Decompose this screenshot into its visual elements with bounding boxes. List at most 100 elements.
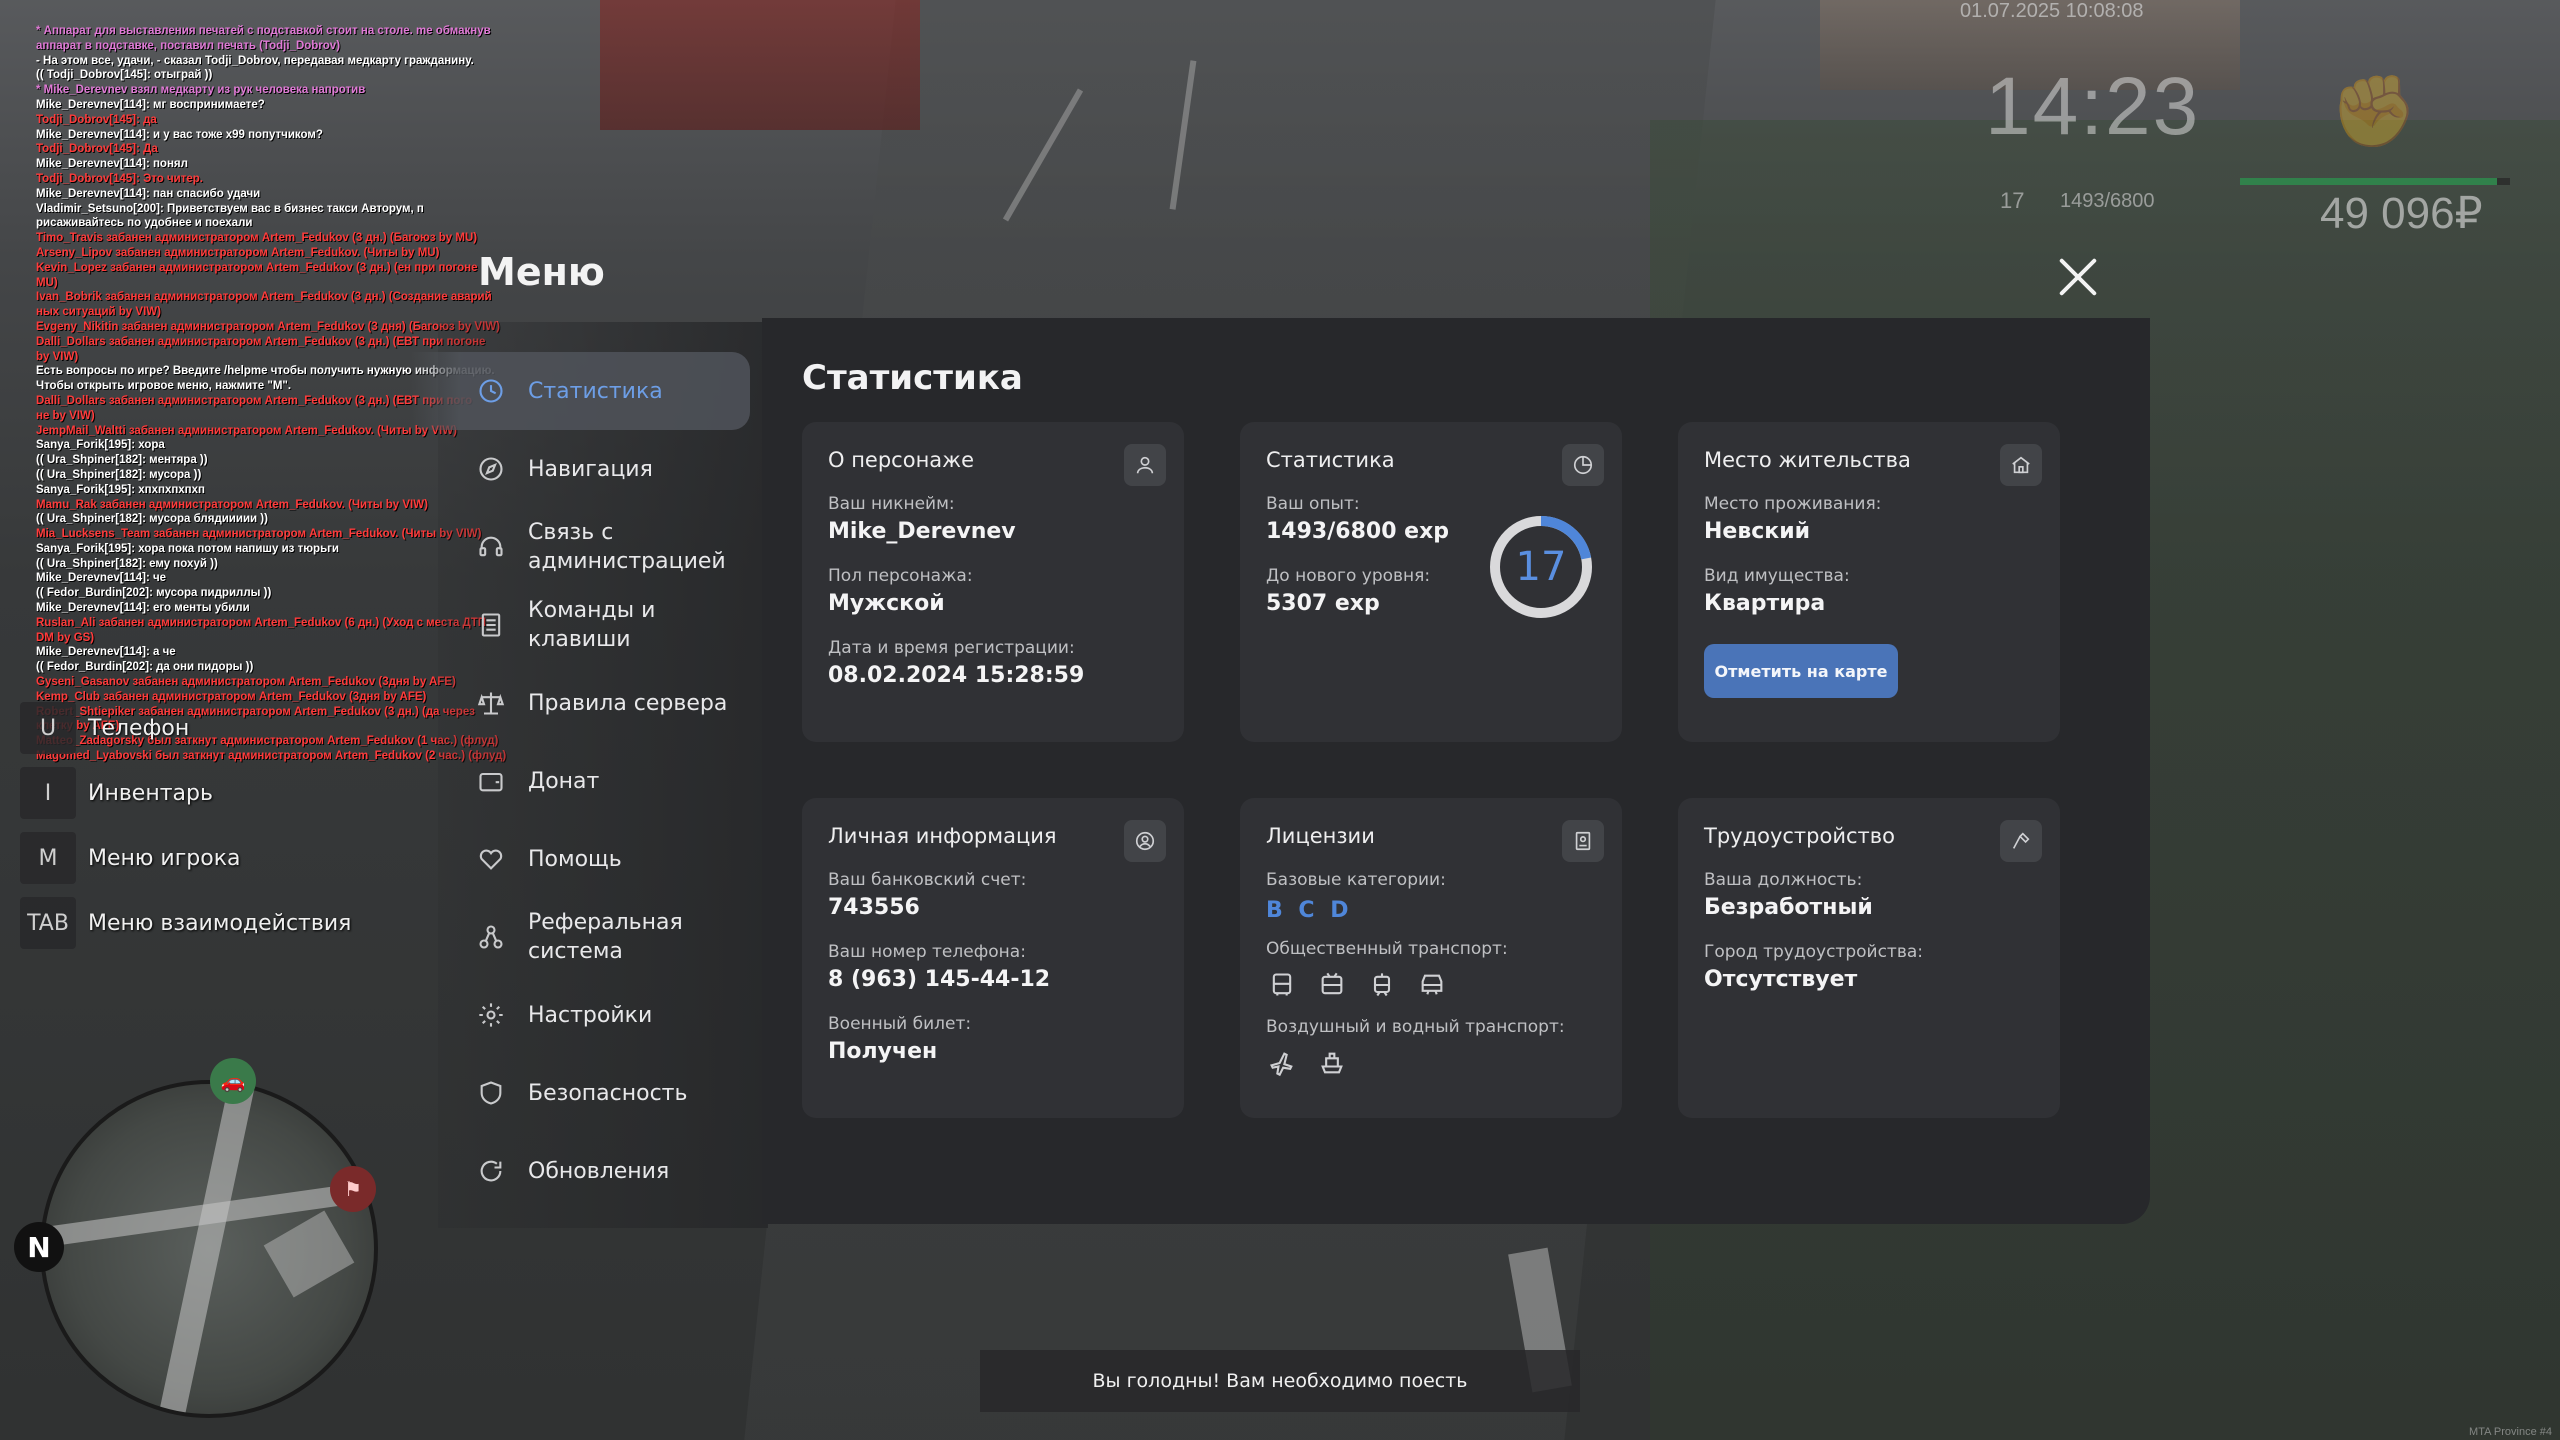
card-employment: Трудоустройство Ваша должность: Безработ… [1678,798,2060,1118]
chat-line: Todji_Dobrov[145]: да [36,113,157,126]
chat-line: * Mike_Derevnev взял медкарту из рук чел… [36,84,366,97]
network-icon [476,922,506,952]
hotkey-label: Инвентарь [88,780,213,806]
user-icon [1124,444,1166,486]
hud-money: 49 096₽ [2320,189,2483,238]
phone-number-value: 8 (963) 145-44-12 [828,967,1051,992]
property-type-value: Квартира [1704,591,1826,616]
nav-item-referral[interactable]: Реферальная система [460,898,750,976]
card-residence: Место жительства Место проживания: Невск… [1678,422,2060,742]
field-label: Вид имущества: [1704,566,1850,586]
level-value: 17 [1515,544,1567,590]
gender-value: Мужской [828,591,945,616]
background-shop [600,0,920,130]
minimap [40,1080,378,1418]
close-button[interactable] [2054,252,2104,302]
chat-line: Arseny_Lipov забанен администратором Art… [36,246,440,259]
card-title: Лицензии [1266,824,1375,848]
chat-line: аппарат в подставке, поставил печать (To… [36,39,341,52]
card-title: О персонаже [828,448,975,472]
field-label: Пол персонажа: [828,566,973,586]
nav-item-commands[interactable]: Команды и клавиши [460,586,750,664]
nav-item-navigation[interactable]: Навигация [460,430,750,508]
trolleybus-icon [1316,969,1348,1001]
chat-line: Ivan_Bobrik забанен администратором Arte… [36,291,492,304]
field-label: Общественный транспорт: [1266,939,1508,959]
field-label: Место проживания: [1704,494,1882,514]
north-indicator: N [14,1222,64,1272]
nav-item-settings[interactable]: Настройки [460,976,750,1054]
nav-item-help[interactable]: Помощь [460,820,750,898]
public-transport-icons [1266,969,1596,1001]
page-title: Статистика [802,358,1023,398]
nav-label: Правила сервера [528,690,728,716]
hotkey-player-menu[interactable]: M Меню игрока [20,830,351,886]
card-statistics: Статистика Ваш опыт: 1493/6800 exp До но… [1240,422,1622,742]
nav-item-security[interactable]: Безопасность [460,1054,750,1132]
menu-title: Меню [478,250,605,294]
hotkey-key: U [20,702,76,754]
hud-level: 17 [2000,188,2025,213]
hunger-notification: Вы голодны! Вам необходимо поесть [980,1350,1580,1412]
license-categories: B C D [1266,898,1353,923]
card-title: Статистика [1266,448,1395,472]
statistics-panel: Статистика О персонаже Ваш никнейм: Mike… [762,318,2150,1224]
card-character: О персонаже Ваш никнейм: Mike_Derevnev П… [802,422,1184,742]
nav-item-contact-admin[interactable]: Связь с администрацией [460,508,750,586]
hud-date: 01.07.2025 10:08:08 [1960,0,2144,22]
document-icon [1562,820,1604,862]
ship-icon [1316,1047,1348,1079]
handshake-icon [476,844,506,874]
chart-icon [1562,444,1604,486]
scales-icon [476,688,506,718]
chat-line: (( Todji_Dobrov[145]: отыграй )) [36,69,213,82]
nav-label: Команды и клавиши [528,598,656,652]
hammer-icon [2000,820,2042,862]
chat-line: Vladimir_Setsuno[200]: Приветствуем вас … [36,202,424,215]
nav-item-statistics[interactable]: Статистика [410,352,750,430]
bank-account-value: 743556 [828,895,920,920]
field-label: Ваш никнейм: [828,494,955,514]
registration-date-value: 08.02.2024 15:28:59 [828,663,1085,688]
military-id-value: Получен [828,1039,938,1064]
card-title: Трудоустройство [1704,824,1895,848]
card-title: Личная информация [828,824,1057,848]
job-city-value: Отсутствует [1704,967,1858,992]
nav-label: Безопасность [528,1080,688,1106]
card-title: Место жительства [1704,448,1911,472]
hotkey-inventory[interactable]: I Инвентарь [20,765,351,821]
headset-icon [476,532,506,562]
nav-item-donate[interactable]: Донат [460,742,750,820]
nav-label: Обновления [528,1158,670,1184]
nav-label: Навигация [528,456,653,482]
air-water-transport-icons [1266,1047,1596,1079]
chat-line: Mike_Derevnev[114]: понял [36,158,188,171]
hotkey-label: Меню игрока [88,845,241,871]
hotkey-interaction-menu[interactable]: TAB Меню взаимодействия [20,895,351,951]
police-marker-icon: ⚑ [330,1166,376,1212]
user-circle-icon [1124,820,1166,862]
chat-line: рисаживайтесь по удобнее и поехали [36,217,253,230]
metro-icon [1416,969,1448,1001]
hotkey-phone[interactable]: U Телефон [20,700,351,756]
compass-icon [476,454,506,484]
tram-icon [1366,969,1398,1001]
chat-line: Kevin_Lopez забанен администратором Arte… [36,261,478,274]
card-licenses: Лицензии Базовые категории: B C D Общест… [1240,798,1622,1118]
field-label: Воздушный и водный транспорт: [1266,1017,1565,1037]
nav-label: Донат [528,768,600,794]
hotkey-key: TAB [20,897,76,949]
house-icon [2000,444,2042,486]
job-position-value: Безработный [1704,895,1873,920]
nav-item-rules[interactable]: Правила сервера [460,664,750,742]
refresh-icon [476,1156,506,1186]
mark-on-map-button[interactable]: Отметить на карте [1704,644,1898,698]
clock-icon [476,376,506,406]
chat-line: Timo_Travis забанен администратором Arte… [36,232,478,245]
car-marker-icon: 🚗 [210,1058,256,1104]
chat-line: MU) [36,276,58,289]
residence-place-value: Невский [1704,519,1811,544]
bus-icon [1266,969,1298,1001]
hotkey-key: I [20,767,76,819]
nav-item-updates[interactable]: Обновления [460,1132,750,1210]
